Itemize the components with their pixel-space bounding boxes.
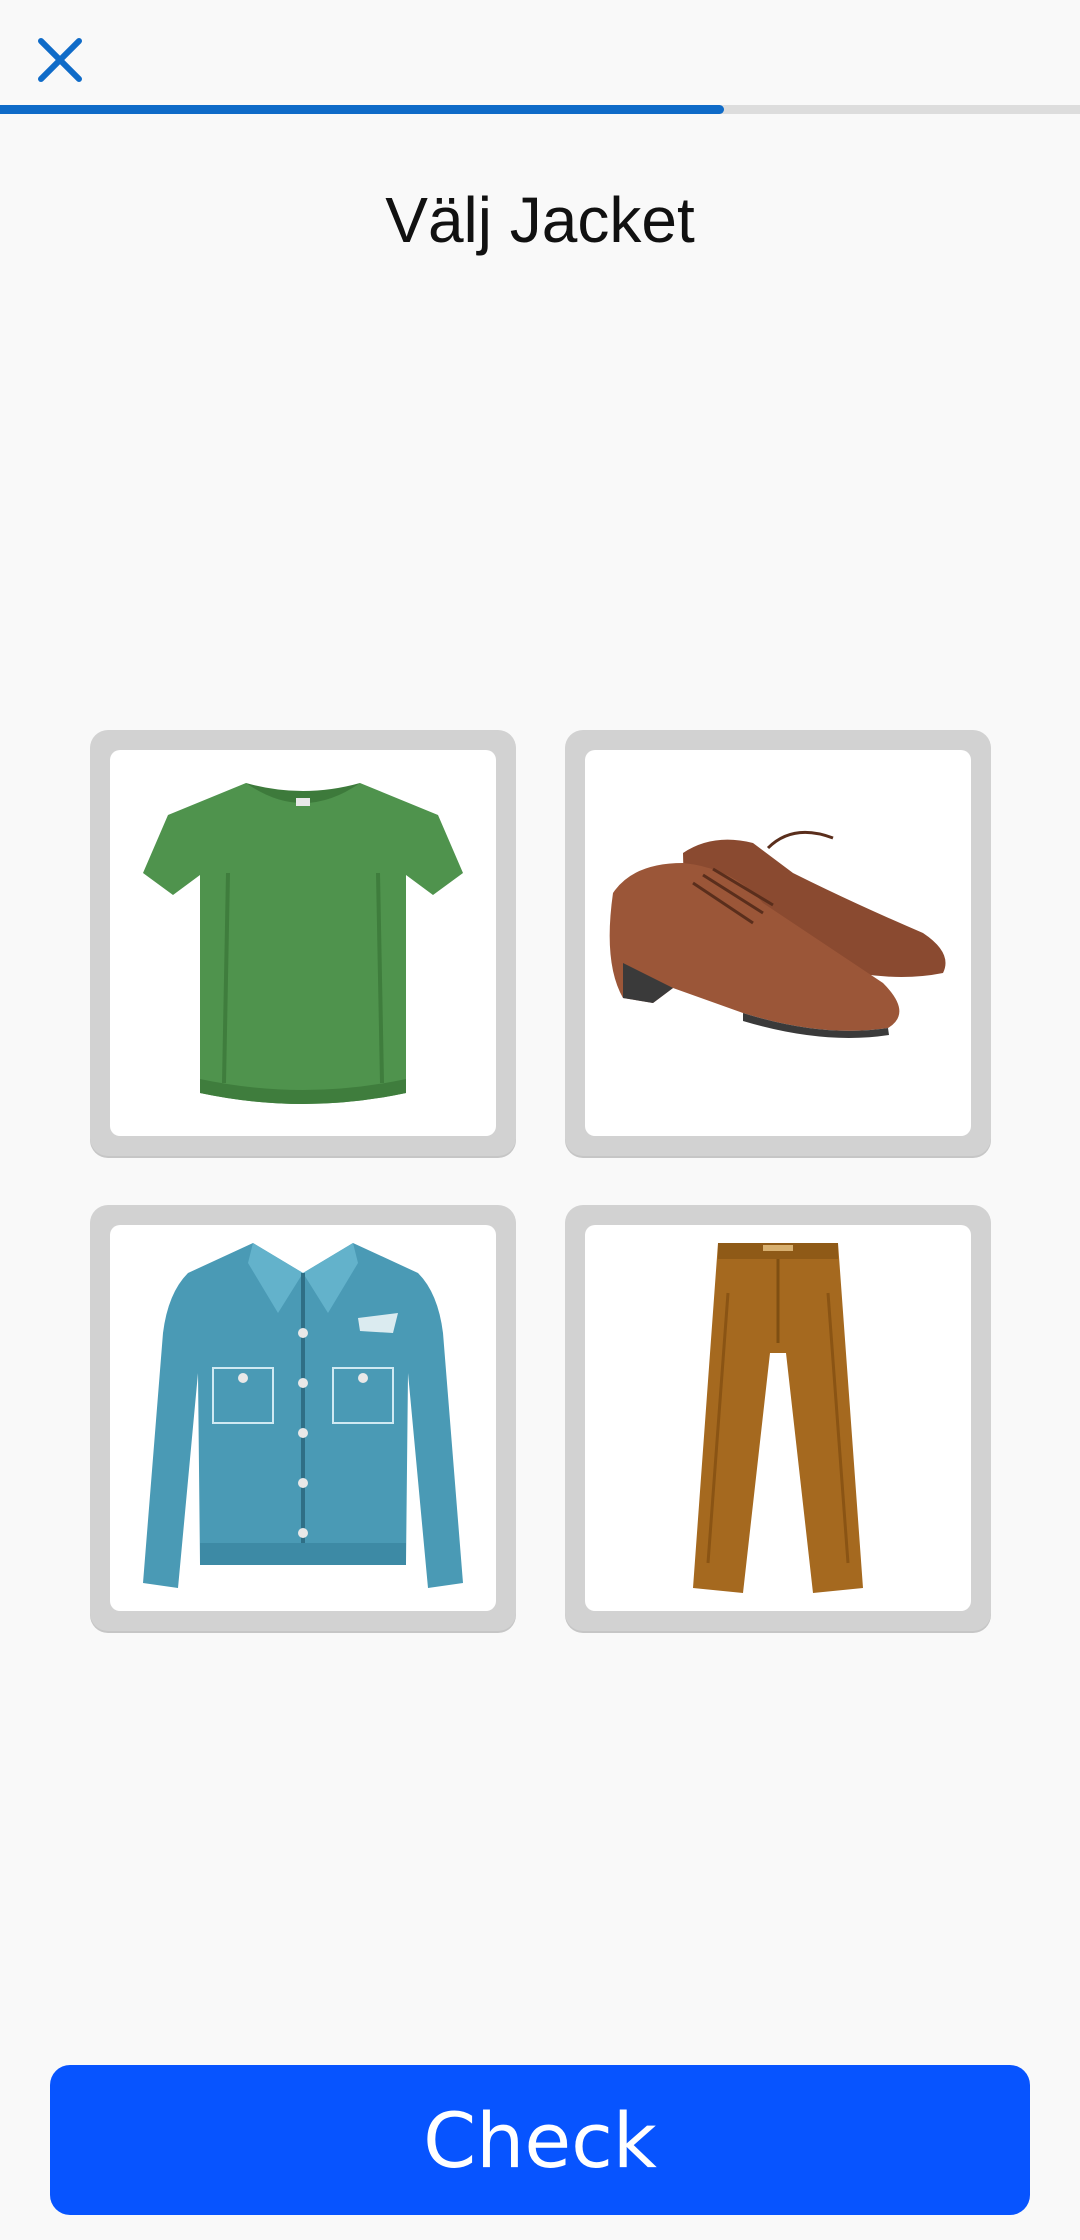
progress-fill [0,105,724,114]
option-card-pants[interactable] [565,1205,991,1631]
option-card-inner [585,750,971,1136]
option-card-tshirt[interactable] [90,730,516,1156]
brown-pants-image [693,1243,863,1593]
progress-bar [0,105,1080,114]
denim-jacket-image [143,1243,463,1588]
page-title: Välj Jacket [385,184,695,256]
option-card-inner [585,1225,971,1611]
green-tshirt-image [143,783,463,1104]
option-card-inner [110,1225,496,1611]
option-card-jacket[interactable] [90,1205,516,1631]
option-card-inner [110,750,496,1136]
check-button[interactable]: Check [50,2065,1030,2215]
close-icon [38,38,82,82]
close-button[interactable] [30,30,90,90]
option-card-shoes[interactable] [565,730,991,1156]
brown-shoes-image [609,830,946,1038]
